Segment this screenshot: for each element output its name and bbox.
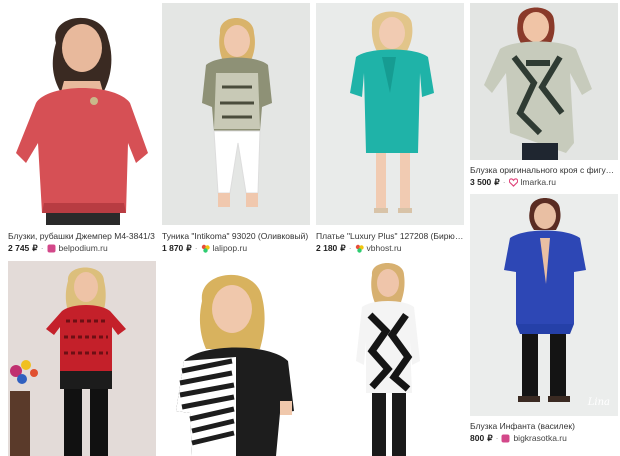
product-title[interactable]: Туника "Intikoma" 93020 (Оливковый) [162,231,310,242]
product-card-4[interactable]: Блузка оригинального кроя с фигурным низ… [470,3,618,188]
separator-dot: · [40,243,44,253]
product-photo[interactable] [316,3,464,225]
separator-dot: · [194,243,198,253]
heart-icon [508,178,518,187]
product-card-8[interactable] [316,261,464,456]
currency-symbol: ₽ [487,433,493,443]
currency-symbol: ₽ [494,177,500,187]
product-meta: 800 ₽ · bigkrasotka.ru [470,433,618,444]
product-meta: 2 745 ₽ · belpodium.ru [8,243,156,254]
watermark-logo: Lina [587,397,610,408]
square-icon [501,434,510,443]
currency-symbol: ₽ [32,243,38,253]
shop-link[interactable]: belpodium.ru [59,243,108,254]
product-price: 3 500 [470,177,492,187]
product-meta: 2 180 ₽ · vbhost.ru [316,243,464,254]
square-icon [47,244,56,253]
product-card-2[interactable]: Туника "Intikoma" 93020 (Оливковый) 1 87… [162,3,310,253]
product-card-5[interactable]: Lina Блузка Инфанта (василек) 800 ₽ · bi… [470,194,618,444]
product-photo[interactable] [8,261,156,456]
shop-link[interactable]: vbhost.ru [367,243,402,254]
product-title[interactable]: Платье "Luxury Plus" 127208 (Бирюзовый) [316,231,464,242]
product-price: 2 180 [316,243,338,253]
product-price: 1 870 [162,243,184,253]
shop-link[interactable]: bigkrasotka.ru [513,433,566,444]
product-title[interactable]: Блузка Инфанта (василек) [470,421,618,432]
flower-icon [201,244,210,253]
product-photo[interactable] [470,3,618,160]
separator-dot: · [495,433,499,443]
separator-dot: · [502,177,506,187]
product-photo[interactable] [162,261,310,456]
product-photo[interactable]: Lina [470,194,618,416]
product-card-1[interactable]: Блузки, рубашки Джемпер М4-3841/3 2 745 … [8,3,156,253]
product-title[interactable]: Блузки, рубашки Джемпер М4-3841/3 [8,231,156,242]
shop-link[interactable]: lmarka.ru [521,177,556,188]
product-title[interactable]: Блузка оригинального кроя с фигурным низ… [470,165,618,176]
product-photo[interactable] [162,3,310,225]
product-price: 800 [470,433,485,443]
product-card-3[interactable]: Платье "Luxury Plus" 127208 (Бирюзовый) … [316,3,464,253]
product-photo[interactable] [316,261,464,456]
product-photo[interactable] [8,3,156,225]
product-meta: 1 870 ₽ · lalipop.ru [162,243,310,254]
separator-dot: · [348,243,352,253]
product-price: 2 745 [8,243,30,253]
currency-symbol: ₽ [186,243,192,253]
currency-symbol: ₽ [340,243,346,253]
product-meta: 3 500 ₽ · lmarka.ru [470,177,618,188]
product-card-7[interactable] [162,261,310,456]
shop-link[interactable]: lalipop.ru [213,243,248,254]
product-card-6[interactable] [8,261,156,456]
flower-icon [355,244,364,253]
